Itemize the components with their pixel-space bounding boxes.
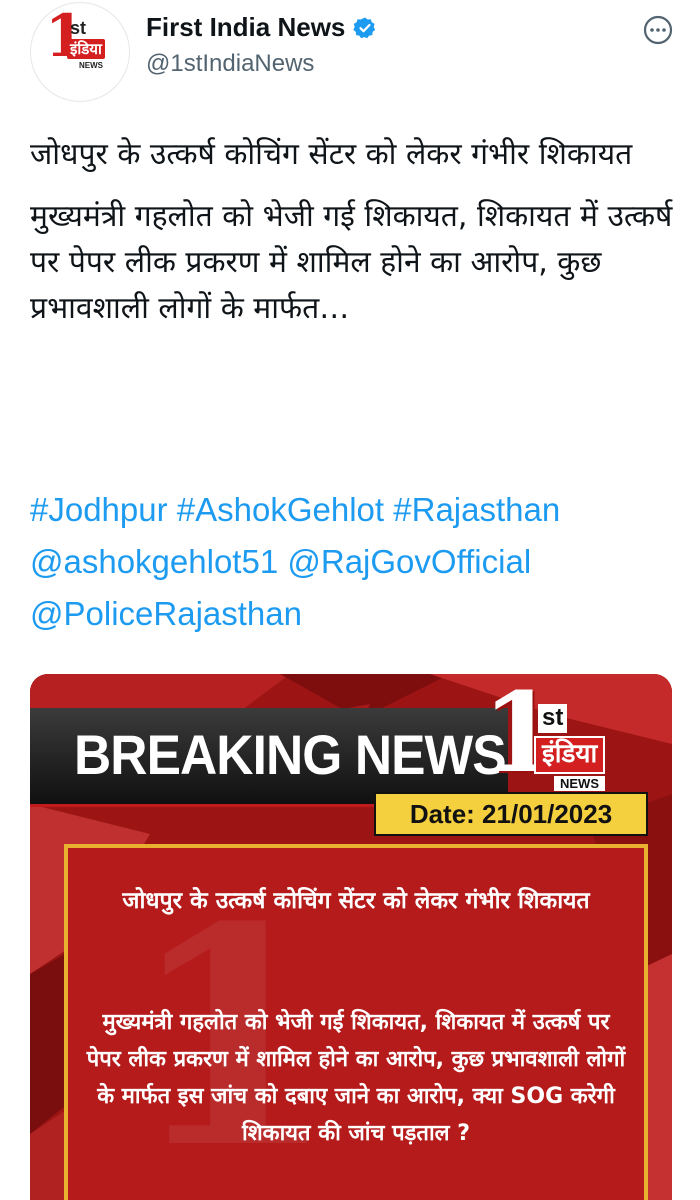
logo-news-text: NEWS <box>79 61 103 70</box>
tweet-text: जोधपुर के उत्कर्ष कोचिंग सेंटर को लेकर ग… <box>30 132 680 348</box>
tweet-tags: #Jodhpur #AshokGehlot #Rajasthan @ashokg… <box>30 484 680 640</box>
mention-ashokgehlot51[interactable]: @ashokgehlot51 <box>30 543 278 580</box>
user-handle[interactable]: @1stIndiaNews <box>146 50 314 78</box>
hashtag-rajasthan[interactable]: #Rajasthan <box>393 491 560 528</box>
mention-policerajasthan[interactable]: @PoliceRajasthan <box>30 595 302 632</box>
tweet-header: 1 st इंडिया NEWS First India News @1stIn… <box>0 0 700 102</box>
mention-line-2: @PoliceRajasthan <box>30 588 680 640</box>
logo-hindi-text: इंडिया <box>67 39 105 59</box>
name-row: First India News <box>146 12 377 43</box>
tweet-media-image[interactable]: BREAKING NEWS 1 st इंडिया NEWS Date: 21/… <box>30 674 672 1200</box>
media-logo-news-text: NEWS <box>554 776 605 791</box>
hashtag-ashokgehlot[interactable]: #AshokGehlot <box>177 491 384 528</box>
breaking-news-title: BREAKING NEWS <box>74 723 507 786</box>
news-body: मुख्यमंत्री गहलोत को भेजी गई शिकायत, शिक… <box>86 1010 626 1146</box>
media-logo-hindi-text: इंडिया <box>534 736 606 774</box>
tweet-headline: जोधपुर के उत्कर्ष कोचिंग सेंटर को लेकर ग… <box>30 137 633 172</box>
mention-line: @ashokgehlot51 @RajGovOfficial <box>30 536 680 588</box>
avatar[interactable]: 1 st इंडिया NEWS <box>30 2 130 102</box>
first-india-news-logo: 1 st इंडिया NEWS <box>482 678 632 799</box>
media-logo-suffix: st <box>538 704 568 733</box>
first-india-logo: 1 st इंडिया NEWS <box>43 7 119 73</box>
display-name[interactable]: First India News <box>146 12 345 43</box>
verified-badge-icon <box>353 17 376 38</box>
mention-rajgovofficial[interactable]: @RajGovOfficial <box>287 543 531 580</box>
hashtag-line: #Jodhpur #AshokGehlot #Rajasthan <box>30 484 680 536</box>
news-headline: जोधपुर के उत्कर्ष कोचिंग सेंटर को लेकर ग… <box>122 888 590 914</box>
news-content-box: 1 जोधपुर के उत्कर्ष कोचिंग सेंटर को लेकर… <box>64 844 648 1200</box>
more-options-icon[interactable] <box>640 12 676 48</box>
date-badge: Date: 21/01/2023 <box>374 792 648 836</box>
logo-suffix: st <box>70 18 87 38</box>
tweet-body: मुख्यमंत्री गहलोत को भेजी गई शिकायत, शिक… <box>30 199 673 326</box>
hashtag-jodhpur[interactable]: #Jodhpur <box>30 491 168 528</box>
